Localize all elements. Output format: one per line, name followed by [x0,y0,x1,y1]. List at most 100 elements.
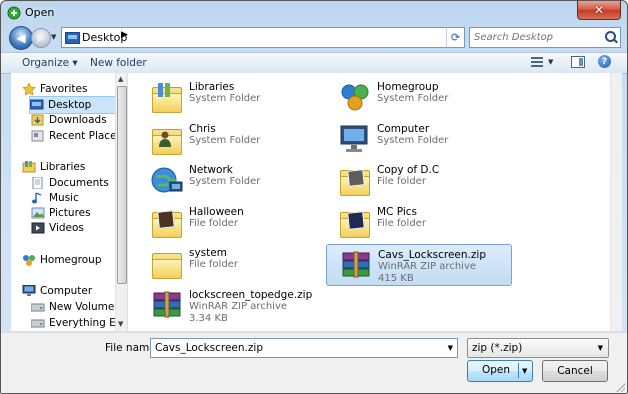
resize-grip-icon[interactable] [615,382,625,392]
open-button[interactable]: Open ▼ [467,360,533,382]
sidebar-item-libraries[interactable]: Libraries [22,159,85,175]
file-item-halloween[interactable]: Halloween File folder [138,202,322,242]
navigation-pane: Favorites Desktop Downloads Recent Place… [11,73,128,331]
sidebar-item-downloads[interactable]: Downloads [31,112,107,128]
open-folder-icon [7,6,21,20]
new-folder-button[interactable]: New folder [90,57,147,69]
sidebar-item-homegroup[interactable]: Homegroup [22,252,102,268]
file-list-pane: Libraries System Folder Homegroup System… [128,73,617,331]
sidebar-item-label: Downloads [49,114,107,126]
sidebar-item-videos[interactable]: Videos [31,220,84,236]
file-name: lockscreen_topedge.zip [189,289,313,301]
file-name: system [189,247,227,259]
organize-menu-button[interactable]: Organize ▾ [22,57,78,69]
file-type: File folder [189,259,238,270]
cancel-button[interactable]: Cancel [542,360,608,382]
filename-dropdown-icon[interactable]: ▼ [448,344,453,352]
back-arrow-icon: ◀ [16,31,26,45]
scroll-down-icon[interactable]: ▼ [118,320,123,328]
downloads-icon [31,114,45,126]
libraries-icon [22,161,36,173]
file-item-lockscreen-topedge-zip[interactable]: lockscreen_topedge.zip WinRAR ZIP archiv… [138,285,322,325]
sidebar-item-recent-places[interactable]: Recent Places [31,128,122,144]
drive-icon [30,317,45,329]
file-name: MC Pics [377,206,417,218]
change-view-icon[interactable] [531,56,543,68]
forward-button[interactable]: ▶ [31,28,51,48]
computer-icon [338,123,372,155]
file-item-chris[interactable]: Chris System Folder [138,119,322,159]
recent-places-icon [31,130,45,142]
scroll-up-icon[interactable]: ▲ [118,75,123,83]
navigation-pane-scrollbar[interactable]: ▲ ▼ [115,73,127,331]
sidebar-item-pictures[interactable]: Pictures [31,205,91,221]
split-divider [518,363,519,378]
folder-icon [338,206,372,238]
file-type: WinRAR ZIP archive [378,261,477,272]
view-options-dropdown-icon[interactable]: ▼ [548,58,553,66]
breadcrumb-chevron-icon[interactable]: ▶ [121,30,128,40]
file-item-copy-of-dc[interactable]: Copy of D.C File folder [326,160,510,200]
file-item-computer[interactable]: Computer System Folder [326,119,510,159]
file-type: WinRAR ZIP archive [189,301,288,312]
chevron-down-icon: ▼ [597,344,603,352]
sidebar-item-label: Favorites [40,83,88,95]
recent-locations-dropdown[interactable]: ▼ [51,33,56,41]
file-item-system[interactable]: system File folder [138,243,322,283]
user-folder-icon [150,123,184,155]
file-name: Libraries [189,81,235,93]
sidebar-item-favorites[interactable]: Favorites [22,81,87,97]
drive-icon [30,301,45,313]
file-type-filter-select[interactable]: zip (*.zip) ▼ [467,338,609,358]
sidebar-item-music[interactable]: Music [31,190,79,206]
close-button[interactable]: ✕ [577,1,621,20]
navigation-bar: ◀ ▶ ▼ Desktop ▶ ▼ ⟳ [1,25,627,51]
sidebar-item-computer[interactable]: Computer [22,283,92,299]
preview-pane-icon[interactable] [571,56,585,68]
computer-icon [22,284,36,297]
back-button[interactable]: ◀ [9,26,33,50]
refresh-button[interactable]: ⟳ [446,27,465,48]
file-item-mc-pics[interactable]: MC Pics File folder [326,202,510,242]
documents-icon [31,176,45,190]
help-icon[interactable]: ? [598,55,611,68]
open-options-dropdown-icon[interactable]: ▼ [522,367,527,375]
file-item-libraries[interactable]: Libraries System Folder [138,77,322,117]
sidebar-item-label: Homegroup [40,254,102,266]
network-icon [150,164,184,196]
file-type: System Folder [377,135,449,146]
file-item-network[interactable]: Network System Folder [138,160,322,200]
file-type: System Folder [189,176,261,187]
scrollbar-thumb[interactable] [117,86,127,284]
forward-arrow-icon: ▶ [37,32,45,44]
file-type: System Folder [189,93,261,104]
desktop-location-icon [65,32,80,44]
file-name: Homegroup [377,81,439,93]
search-input[interactable] [474,30,594,44]
filename-input[interactable] [155,341,435,355]
file-list-scrollbar[interactable] [610,73,622,331]
dialog-footer: File name: ▼ zip (*.zip) ▼ Open ▼ Cancel [1,332,627,393]
winrar-archive-icon [339,249,373,281]
title-bar[interactable]: Open ✕ [1,1,627,25]
sidebar-item-new-volume-c[interactable]: New Volume (C:) [30,299,127,315]
homegroup-icon [22,254,36,266]
search-icon[interactable] [605,31,616,42]
sidebar-item-label: Videos [49,222,84,234]
sidebar-item-everything-else[interactable]: Everything Else (I [30,315,127,331]
file-size: 415 KB [378,273,414,284]
file-name: Computer [377,123,430,135]
file-size: 3.34 KB [189,313,228,324]
file-type: File folder [189,218,238,229]
cancel-button-label: Cancel [557,365,593,377]
search-box[interactable] [469,27,621,48]
open-dialog-window: Open ✕ ◀ ▶ ▼ Desktop ▶ ▼ ⟳ Organize ▾ Ne… [0,0,628,394]
homegroup-icon [338,81,372,113]
file-item-homegroup[interactable]: Homegroup System Folder [326,77,510,117]
music-icon [31,192,45,204]
file-item-cavs-lockscreen-zip[interactable]: Cavs_Lockscreen.zip WinRAR ZIP archive 4… [326,244,512,286]
sidebar-item-documents[interactable]: Documents [31,175,109,191]
filename-combobox[interactable]: ▼ [150,338,458,358]
file-name: Halloween [189,206,244,218]
address-bar[interactable]: Desktop ▶ ▼ [61,27,462,48]
